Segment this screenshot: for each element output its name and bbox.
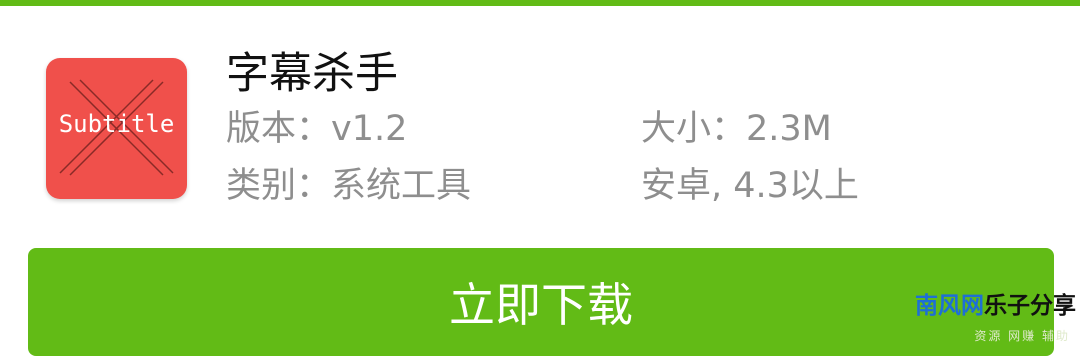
app-icon-label: Subtitle [58, 110, 175, 138]
size-info: 大小：2.3M [641, 109, 832, 149]
category-info: 类别：系统工具 [226, 166, 472, 206]
watermark-subtitle: 资源 网赚 辅助 [974, 329, 1070, 343]
watermark: 南风网乐子分享 资源 网赚 辅助 [880, 290, 1076, 356]
top-accent-bar [0, 0, 1080, 6]
app-title: 字幕杀手 [226, 49, 398, 99]
download-button-label: 立即下载 [449, 278, 633, 332]
version-info: 版本：v1.2 [226, 109, 408, 149]
app-icon: Subtitle [46, 58, 187, 199]
watermark-title-dark: 乐子分享 [984, 293, 1076, 319]
watermark-title: 南风网乐子分享 [880, 290, 1076, 322]
watermark-title-blue: 南风网 [915, 293, 984, 319]
android-version-info: 安卓, 4.3以上 [641, 166, 859, 206]
